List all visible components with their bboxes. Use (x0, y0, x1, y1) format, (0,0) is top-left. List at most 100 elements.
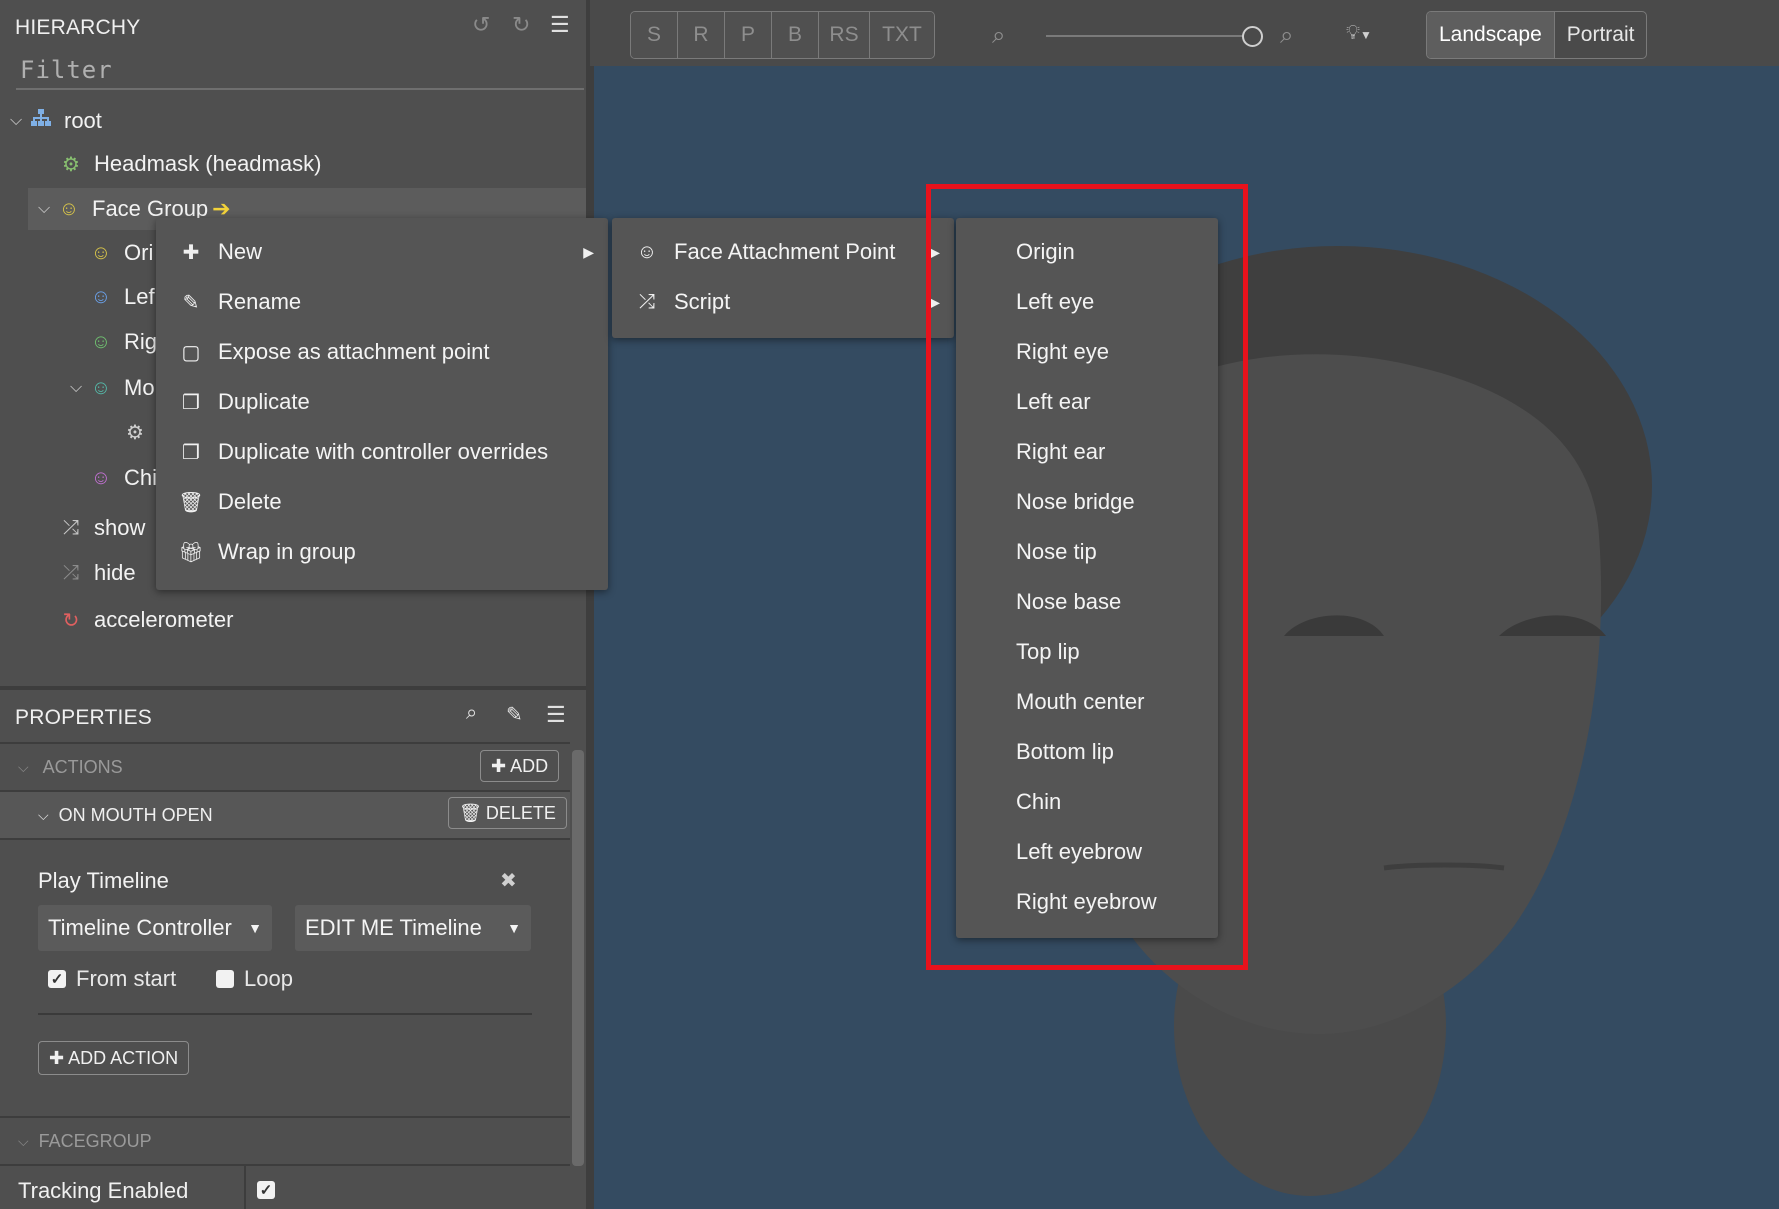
undo-icon[interactable]: ↺ (472, 12, 490, 38)
search-icon[interactable]: ⌕ (466, 702, 477, 725)
tree-item-mouth[interactable]: ⌵ ☺ Mo (70, 368, 155, 408)
gear-icon: ⚙ (62, 153, 80, 176)
menu-item-label: Duplicate (218, 389, 310, 414)
empty-checkbox-icon[interactable] (216, 970, 234, 988)
facegroup-section-header[interactable]: ⌵ FACEGROUP (0, 1118, 570, 1164)
chevron-down-icon[interactable]: ⌵ (38, 200, 56, 218)
smiley-icon: ☺ (58, 197, 80, 220)
tree-item-label: accelerometer (94, 607, 234, 632)
pencil-icon[interactable]: ✎ (506, 702, 523, 727)
on-mouth-open-label: ON MOUTH OPEN (58, 804, 213, 825)
smiley-icon: ☺ (90, 466, 112, 489)
tree-item-label: Mo (124, 375, 155, 400)
chevron-down-icon[interactable]: ⌵ (38, 807, 49, 824)
menu-icon[interactable]: ☰ (550, 12, 570, 38)
tree-item-right[interactable]: ☺ Rig (70, 322, 157, 362)
divider (38, 1013, 532, 1015)
s-button[interactable]: S (631, 12, 678, 58)
menu-icon[interactable]: ☰ (546, 702, 566, 728)
hierarchy-icon (28, 108, 54, 134)
r-button[interactable]: R (678, 12, 725, 58)
tree-item-chin[interactable]: ☺ Chi (70, 458, 157, 498)
redo-icon[interactable]: ↻ (512, 12, 530, 38)
divider (0, 1164, 570, 1166)
checkmark-icon[interactable]: ✓ (48, 970, 66, 988)
chevron-down-icon[interactable]: ⌵ (18, 759, 29, 776)
shuffle-icon: ⤮ (63, 561, 79, 584)
add-button[interactable]: ✚ ADD (480, 750, 560, 782)
panel-splitter[interactable] (0, 686, 586, 690)
divider (0, 838, 570, 840)
tree-item-hide[interactable]: ⤮ hide (40, 553, 136, 593)
left-panel: HIERARCHY ↺ ↻ ☰ ⌵ root ⚙ Headmask (headm… (0, 0, 586, 1209)
zoom-in-icon[interactable]: ⌕ (1280, 22, 1293, 50)
tree-item-root[interactable]: ⌵ root (10, 101, 102, 141)
tracking-enabled-checkbox[interactable]: ✓ (257, 1181, 275, 1199)
menu-item-rename[interactable]: ✎ Rename (156, 277, 608, 327)
tree-item-show[interactable]: ⤮ show (40, 508, 145, 548)
tree-item-mouth-child[interactable]: ⚙ (104, 412, 158, 452)
new-submenu: ☺ Face Attachment Point ▶ ⤮ Script ▶ (612, 218, 954, 338)
menu-item-label: Wrap in group (218, 539, 356, 564)
gift-icon: 🎁︎ (178, 541, 204, 564)
tree-item-label: Lef (124, 284, 155, 309)
plus-icon: ✚ (182, 241, 200, 264)
tree-item-accelerometer[interactable]: ↻ accelerometer (40, 600, 234, 640)
menu-item-expose-attachment[interactable]: ▢ Expose as attachment point (156, 327, 608, 377)
menu-item-label: Expose as attachment point (218, 339, 490, 364)
zoom-slider-track (1046, 35, 1252, 37)
tree-item-headmask[interactable]: ⚙ Headmask (headmask) (40, 144, 321, 184)
loop-label: Loop (244, 966, 293, 991)
zoom-slider[interactable] (1046, 24, 1263, 48)
column-divider (244, 1166, 246, 1209)
properties-scrollbar[interactable] (572, 750, 584, 1166)
chevron-down-icon[interactable]: ⌵ (10, 112, 28, 130)
p-button[interactable]: P (725, 12, 772, 58)
menu-item-new[interactable]: ✚ New ▶ (156, 227, 608, 277)
orientation-toggle: Landscape Portrait (1426, 11, 1648, 59)
vertical-splitter[interactable] (586, 0, 594, 1209)
transform-button-group: S R P B RS TXT (630, 11, 935, 59)
landscape-button[interactable]: Landscape (1427, 12, 1555, 58)
timeline-select-value: EDIT ME Timeline (305, 915, 482, 940)
properties-title: PROPERTIES (15, 706, 152, 729)
delete-label: DELETE (485, 802, 556, 823)
from-start-label: From start (76, 966, 177, 991)
play-timeline-label: Play Timeline (38, 868, 169, 893)
menu-item-label: Duplicate with controller overrides (218, 439, 549, 464)
filter-input[interactable] (16, 52, 584, 90)
actions-label: ACTIONS (42, 756, 123, 777)
timeline-select[interactable]: EDIT ME Timeline ▼ (295, 905, 531, 951)
menu-item-label: Delete (218, 489, 282, 514)
lightbulb-icon[interactable]: 💡︎▼ (1346, 22, 1372, 45)
menu-item-duplicate-overrides[interactable]: ❐ Duplicate with controller overrides (156, 427, 608, 477)
tree-item-label: Ori (124, 240, 154, 265)
menu-item-wrap-group[interactable]: 🎁︎ Wrap in group (156, 527, 608, 577)
rs-button[interactable]: RS (819, 12, 870, 58)
chevron-down-icon[interactable]: ⌵ (18, 1133, 29, 1150)
tree-item-label: Chi (124, 465, 158, 490)
smiley-icon: ☺ (90, 330, 112, 353)
menu-item-label: Rename (218, 289, 302, 314)
portrait-button[interactable]: Portrait (1555, 12, 1647, 58)
controller-select[interactable]: Timeline Controller ▼ (38, 905, 272, 951)
menu-item-delete[interactable]: 🗑︎ Delete (156, 477, 608, 527)
chevron-down-icon[interactable]: ⌵ (70, 379, 88, 397)
loop-checkbox[interactable]: Loop (216, 966, 293, 992)
highlight-annotation-box (926, 184, 1248, 970)
menu-item-face-attachment-point[interactable]: ☺ Face Attachment Point ▶ (612, 227, 954, 277)
delete-button[interactable]: 🗑︎ DELETE (448, 797, 567, 829)
caret-down-icon: ▼ (248, 920, 262, 936)
close-icon[interactable]: ✖ (500, 868, 517, 893)
from-start-checkbox[interactable]: ✓ From start (48, 966, 176, 992)
tree-item-left[interactable]: ☺ Lef (70, 277, 155, 317)
menu-item-script[interactable]: ⤮ Script ▶ (612, 277, 954, 327)
zoom-out-icon[interactable]: ⌕ (992, 22, 1005, 50)
zoom-slider-thumb[interactable] (1242, 26, 1263, 47)
tree-item-origin[interactable]: ☺ Ori (70, 233, 154, 273)
b-button[interactable]: B (772, 12, 819, 58)
menu-item-duplicate[interactable]: ❐ Duplicate (156, 377, 608, 427)
add-action-button[interactable]: ✚ ADD ACTION (38, 1041, 190, 1075)
txt-button[interactable]: TXT (870, 12, 934, 58)
hierarchy-title: HIERARCHY (15, 16, 141, 39)
